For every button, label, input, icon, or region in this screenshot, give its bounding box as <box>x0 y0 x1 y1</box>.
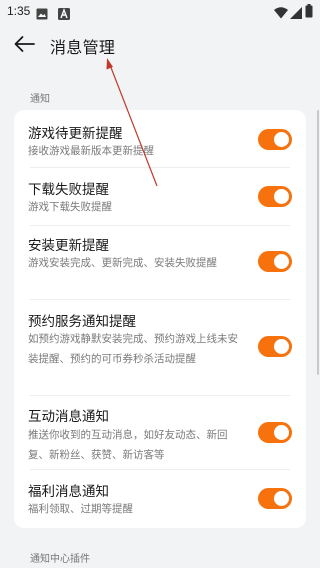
setting-title: 安装更新提醒 <box>28 238 109 254</box>
interaction-toggle[interactable] <box>258 422 292 443</box>
setting-description: 游戏下载失败提醒 <box>28 201 112 213</box>
setting-description: 游戏安装完成、更新完成、安装失败提醒 <box>28 257 217 269</box>
status-time: 1:35 <box>7 4 31 18</box>
battery-icon <box>305 3 313 22</box>
setting-title: 福利消息通知 <box>28 484 109 500</box>
notification-settings-card: 游戏待更新提醒 接收游戏最新版本更新提醒 下载失败提醒 游戏下载失败提醒 安装更… <box>14 110 306 528</box>
setting-description: 推送你收到的互动消息，如好友动态、新回复、新粉丝、获赞、新访客等 <box>28 429 228 461</box>
wifi-icon <box>274 4 288 23</box>
toggle-knob <box>274 132 289 147</box>
setting-row-download-failed[interactable]: 下载失败提醒 游戏下载失败提醒 <box>14 168 306 226</box>
setting-title: 预约服务通知提醒 <box>28 314 136 330</box>
setting-title: 互动消息通知 <box>28 409 109 425</box>
setting-row-welfare[interactable]: 福利消息通知 福利领取、过期等提醒 <box>14 470 306 528</box>
image-icon <box>36 5 48 24</box>
message-management-screen: 1:35 消息管理 通知 游戏待更新提醒 接收游戏最新版本更新提醒 下载失败提醒… <box>0 0 320 568</box>
signal-icon <box>290 4 302 23</box>
status-bar: 1:35 <box>0 0 320 24</box>
header-bar: 消息管理 <box>0 24 320 66</box>
toggle-knob <box>274 254 289 269</box>
welfare-toggle[interactable] <box>258 488 292 509</box>
toggle-knob <box>274 189 289 204</box>
setting-description: 如预约游戏静默安装完成、预约游戏上线未安装提醒、预约的可币券秒杀活动提醒 <box>28 333 238 365</box>
setting-row-game-update[interactable]: 游戏待更新提醒 接收游戏最新版本更新提醒 <box>14 110 306 168</box>
setting-title: 下载失败提醒 <box>28 182 109 198</box>
scrollbar[interactable] <box>317 110 319 375</box>
game-update-toggle[interactable] <box>258 129 292 150</box>
setting-title: 游戏待更新提醒 <box>28 126 123 142</box>
page-title: 消息管理 <box>50 38 116 57</box>
arrow-left-icon <box>13 35 35 57</box>
section-label-notifications: 通知 <box>30 94 50 105</box>
section-label-notification-center-plugin: 通知中心插件 <box>30 554 90 565</box>
back-button[interactable] <box>10 32 38 60</box>
setting-description: 福利领取、过期等提醒 <box>28 503 133 515</box>
download-failed-toggle[interactable] <box>258 186 292 207</box>
setting-row-install-update[interactable]: 安装更新提醒 游戏安装完成、更新完成、安装失败提醒 <box>14 226 306 300</box>
a-icon <box>58 5 70 24</box>
toggle-knob <box>274 339 289 354</box>
setting-description: 接收游戏最新版本更新提醒 <box>28 145 154 157</box>
setting-row-reservation[interactable]: 预约服务通知提醒 如预约游戏静默安装完成、预约游戏上线未安装提醒、预约的可币券秒… <box>14 300 306 396</box>
toggle-knob <box>274 491 289 506</box>
install-update-toggle[interactable] <box>258 251 292 272</box>
reservation-toggle[interactable] <box>258 336 292 357</box>
toggle-knob <box>274 425 289 440</box>
setting-row-interaction[interactable]: 互动消息通知 推送你收到的互动消息，如好友动态、新回复、新粉丝、获赞、新访客等 <box>14 396 306 470</box>
